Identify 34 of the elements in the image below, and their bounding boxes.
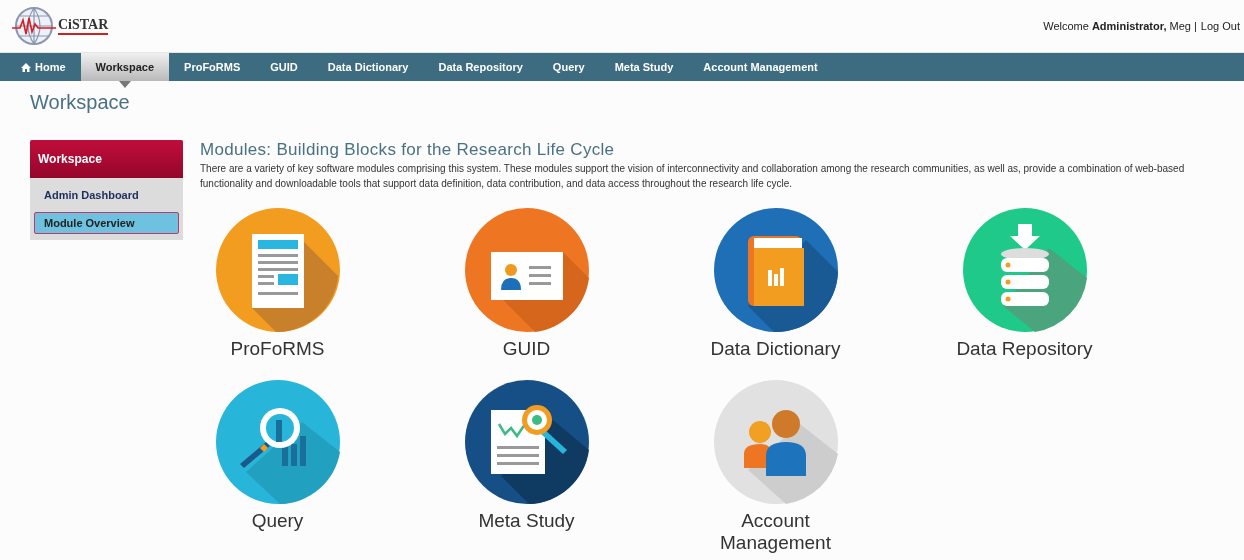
id-card-icon[interactable] [464,208,589,332]
globe-logo-icon [12,6,56,46]
people-icon[interactable] [713,380,838,504]
module-link[interactable]: Data Repository [956,338,1093,360]
page-title: Workspace [30,91,131,114]
logout-link[interactable]: Log Out [1200,20,1240,32]
nav-tab[interactable]: GUID [255,53,313,81]
module-link[interactable]: Meta Study [478,510,575,532]
sidebar-title: Workspace [30,140,183,178]
database-icon[interactable] [962,208,1087,332]
nav-tab[interactable]: Data Dictionary [312,53,424,81]
module-link[interactable]: GUID [502,338,551,360]
home-icon [21,62,31,72]
nav-tab[interactable]: Account Management [688,53,833,81]
logo-text: CiSTAR [58,17,109,35]
nav-tab[interactable]: Home [6,53,81,81]
welcome-text: Welcome Administrator, Meg | [1043,20,1197,32]
nav-tab[interactable]: Meta Study [599,53,689,81]
sidebar-item[interactable]: Module Overview [34,212,179,234]
modules-heading: Modules: Building Blocks for the Research Life Cycle [200,140,616,160]
nav-tab[interactable]: Data Repository [423,53,538,81]
magnifier-chart-icon[interactable] [215,380,340,504]
tab-pointer-icon [118,81,131,88]
module-link[interactable]: Query [251,510,304,532]
document-icon[interactable] [215,208,340,332]
module-link[interactable]: ProFoRMS [230,338,325,360]
sidebar-item[interactable]: Admin Dashboard [34,184,179,206]
modules-intro: There are a variety of key software modules comprising this system. These modules support the vision of interconnectivity and collaboration among the research communities, as well as, provide a combination of web-based functionality and downloadable tools that support data definition, data contribution, and data access throughout the research life cycle. [200,162,1185,191]
book-icon[interactable] [713,208,838,332]
module-link[interactable]: Account Management [698,510,853,554]
nav-tab[interactable]: Query [537,53,600,81]
nav-tab[interactable]: ProFoRMS [169,53,256,81]
report-magnifier-icon[interactable] [464,380,589,504]
module-link[interactable]: Data Dictionary [710,338,841,360]
